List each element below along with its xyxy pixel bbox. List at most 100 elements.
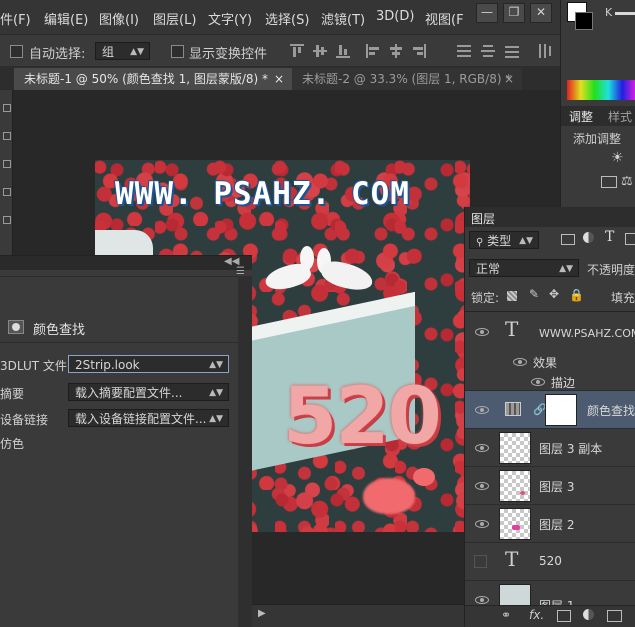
filter-pixel-icon[interactable] <box>561 234 575 245</box>
layer-row-color-lookup[interactable]: 🔗 颜色查找 <box>465 391 635 429</box>
distribute-vcenter-icon[interactable] <box>481 44 495 58</box>
show-transform-checkbox[interactable] <box>171 45 184 58</box>
menu-3d[interactable]: 3D(D) <box>376 9 414 24</box>
menu-bar: 件(F) 编辑(E) 图像(I) 图层(L) 文字(Y) 选择(S) 滤镜(T)… <box>0 0 560 34</box>
layer-row-layer3[interactable]: 图层 3 <box>465 467 635 505</box>
distribute-bottom-icon[interactable] <box>505 44 519 58</box>
visibility-eye-icon[interactable] <box>475 517 489 529</box>
link-icon[interactable]: ⚭ <box>501 608 511 622</box>
tab-layers[interactable]: 图层 <box>471 210 495 227</box>
lut-file-dropdown[interactable]: 2Strip.look ▲▼ <box>68 355 229 373</box>
distribute-top-icon[interactable] <box>457 44 471 58</box>
color-spectrum[interactable] <box>567 80 635 100</box>
menu-view[interactable]: 视图(F <box>425 9 464 28</box>
tool-icon[interactable] <box>3 188 11 196</box>
distribute-left-icon[interactable] <box>538 44 552 58</box>
abstract-dropdown[interactable]: 载入摘要配置文件... ▲▼ <box>68 383 229 401</box>
blend-mode-dropdown[interactable]: 正常 ▲▼ <box>469 259 579 277</box>
lock-label: 锁定: <box>471 291 500 305</box>
brightness-icon[interactable]: ☀ <box>611 150 624 166</box>
vibrance-icon[interactable] <box>601 176 617 188</box>
show-transform-label: 显示变换控件 <box>189 47 268 62</box>
divider <box>0 276 238 277</box>
align-right-icon[interactable] <box>412 44 426 58</box>
stroke-effect-label: 描边 <box>551 376 576 390</box>
visibility-eye-icon[interactable] <box>475 593 489 605</box>
visibility-eye-icon[interactable] <box>475 479 489 491</box>
minimize-button[interactable]: — <box>476 3 498 23</box>
lock-transparent-icon[interactable] <box>507 291 517 301</box>
lock-move-icon[interactable]: ✥ <box>549 287 559 301</box>
text-layer-icon: T <box>505 317 519 341</box>
visibility-eye-icon[interactable] <box>475 441 489 453</box>
align-vcenter-icon[interactable] <box>313 44 327 58</box>
tab-document-2[interactable]: 未标题-2 @ 33.3% (图层 1, RGB/8) * × <box>292 68 522 90</box>
restore-button[interactable]: ❐ <box>503 3 525 23</box>
visibility-eye-icon[interactable] <box>513 355 527 367</box>
text-layer-icon: T <box>505 547 519 571</box>
menu-edit[interactable]: 编辑(E) <box>44 9 88 28</box>
filter-adjustment-icon[interactable] <box>583 232 594 243</box>
tab-close-icon[interactable]: × <box>504 68 514 90</box>
layer-row-layer1[interactable]: 图层 1 <box>465 581 635 605</box>
tool-icon[interactable] <box>3 160 11 168</box>
properties-header-bar <box>0 256 252 270</box>
add-adjust-label: 添加调整 <box>573 132 622 146</box>
menu-select[interactable]: 选择(S) <box>265 9 309 28</box>
tab-adjust[interactable]: 调整 <box>569 108 593 125</box>
align-top-icon[interactable] <box>290 44 304 58</box>
auto-select-checkbox[interactable] <box>10 45 23 58</box>
balance-icon[interactable]: ⚖ <box>621 174 633 189</box>
properties-scrollbar[interactable] <box>238 276 252 627</box>
tool-icon[interactable] <box>3 132 11 140</box>
menu-filter[interactable]: 滤镜(T) <box>321 9 365 28</box>
menu-layer[interactable]: 图层(L) <box>153 9 196 28</box>
auto-select-dropdown[interactable]: 组 ▲▼ <box>95 42 150 60</box>
layer-row-text-520[interactable]: T 520 <box>465 543 635 581</box>
menu-image[interactable]: 图像(I) <box>99 9 139 28</box>
layer-row-layer3-copy[interactable]: 图层 3 副本 <box>465 429 635 467</box>
filter-type-icon[interactable]: T <box>605 229 614 245</box>
auto-select-value: 组 <box>102 45 115 59</box>
lock-all-icon[interactable]: 🔒 <box>569 288 584 302</box>
properties-title: 颜色查找 <box>33 323 86 338</box>
align-hcenter-icon[interactable] <box>389 44 403 58</box>
tab-style[interactable]: 样式 <box>608 108 632 125</box>
mask-icon[interactable] <box>557 610 571 622</box>
tool-icon[interactable] <box>3 104 11 112</box>
divider <box>465 311 635 312</box>
dropdown-arrows-icon: ▲▼ <box>559 264 573 274</box>
adjustment-icon[interactable] <box>583 609 594 620</box>
canvas-hscrollbar[interactable]: ▶ <box>252 604 464 627</box>
lock-brush-icon[interactable]: ✎ <box>529 287 539 301</box>
tab-close-icon[interactable]: × <box>274 68 284 90</box>
visibility-eye-icon[interactable] <box>475 325 489 337</box>
menu-file[interactable]: 件(F) <box>0 9 31 28</box>
layer-row-layer2[interactable]: 图层 2 <box>465 505 635 543</box>
visibility-eye-icon[interactable] <box>475 403 489 415</box>
align-bottom-icon[interactable] <box>336 44 350 58</box>
tab-document-1[interactable]: 未标题-1 @ 50% (颜色查找 1, 图层蒙版/8) * × <box>14 68 292 90</box>
folder-icon[interactable] <box>607 610 622 622</box>
effects-label: 效果 <box>533 356 558 370</box>
abstract-label: 摘要 <box>0 387 25 401</box>
close-window-button[interactable]: ✕ <box>530 3 552 23</box>
menu-type[interactable]: 文字(Y) <box>208 9 252 28</box>
filter-shape-icon[interactable] <box>625 233 635 245</box>
background-color-swatch[interactable] <box>575 12 593 30</box>
fx-icon[interactable]: fx. <box>529 608 544 622</box>
layer-mask-thumbnail[interactable] <box>545 394 577 426</box>
visibility-eye-icon[interactable] <box>531 375 545 387</box>
layer-effects-row[interactable]: 效果 <box>465 351 635 371</box>
device-link-dropdown[interactable]: 载入设备链接配置文件... ▲▼ <box>68 409 229 427</box>
tool-icon[interactable] <box>3 216 11 224</box>
layer-name: 颜色查找 <box>587 404 635 418</box>
align-left-icon[interactable] <box>366 44 380 58</box>
play-icon[interactable]: ▶ <box>258 608 266 619</box>
dropdown-arrows-icon: ▲▼ <box>519 236 533 246</box>
visibility-toggle-empty[interactable] <box>474 555 487 568</box>
layer-stroke-effect-row[interactable]: 描边 <box>465 371 635 391</box>
layer-filter-dropdown[interactable]: ⚲ 类型 ▲▼ <box>469 231 539 249</box>
layer-name: 图层 2 <box>539 518 575 532</box>
k-slider[interactable] <box>615 12 635 15</box>
